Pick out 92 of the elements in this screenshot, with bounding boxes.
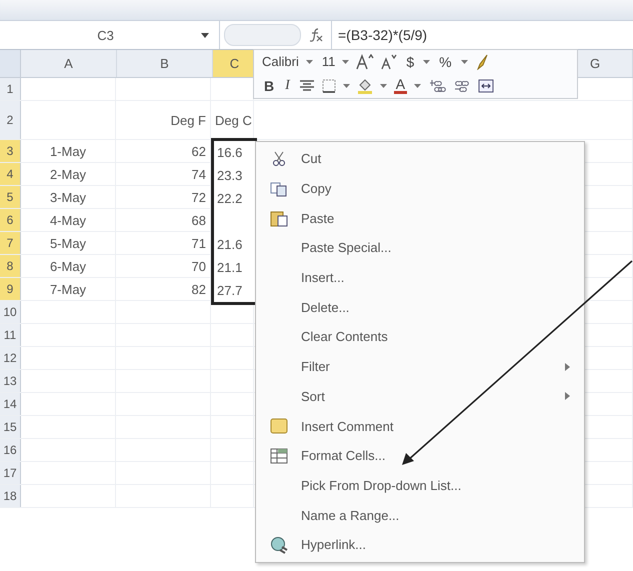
cell-text: 74 <box>192 166 206 182</box>
cell-text: 62 <box>192 144 206 158</box>
table-icon <box>270 448 288 464</box>
font-size-field[interactable]: 11 <box>322 54 336 70</box>
submenu-arrow-icon <box>565 392 570 400</box>
cell-text: 68 <box>192 212 206 228</box>
cell-text: 22.2 <box>217 191 242 206</box>
font-color-button[interactable]: A <box>394 77 408 94</box>
cell-text: 27.7 <box>217 283 242 298</box>
column-header[interactable]: A <box>21 50 117 77</box>
rounded-field[interactable] <box>224 24 301 46</box>
caret-icon[interactable] <box>380 84 387 88</box>
caret-icon[interactable] <box>342 84 350 88</box>
italic-button[interactable]: I <box>283 78 292 94</box>
row-header[interactable]: 4 <box>0 163 21 185</box>
row-header[interactable]: 12 <box>0 347 21 369</box>
menu-item[interactable]: Hyperlink... <box>256 530 584 560</box>
menu-item[interactable]: Insert Comment <box>256 411 584 441</box>
brush-icon[interactable] <box>474 54 489 70</box>
submenu-arrow-icon <box>565 362 570 371</box>
menu-item[interactable]: Clear Contents <box>256 322 584 352</box>
border-icon[interactable] <box>322 78 336 93</box>
menu-item[interactable]: Sort <box>256 382 584 412</box>
cell-text: 16.6 <box>217 145 242 160</box>
menu-item[interactable]: Cut <box>256 144 584 174</box>
grow-font-icon[interactable] <box>356 54 374 70</box>
function-icon[interactable] <box>309 28 323 42</box>
row-header[interactable]: 7 <box>0 232 21 254</box>
cell-text: 70 <box>192 258 206 274</box>
menu-item[interactable]: Delete... <box>256 292 584 322</box>
cell-text: Deg F <box>170 112 206 128</box>
cell-text: 21.6 <box>217 237 242 252</box>
row-header[interactable]: 16 <box>0 439 21 461</box>
decrease-decimal-icon[interactable] <box>453 78 472 93</box>
row-header[interactable]: 2 <box>0 101 21 139</box>
menu-item[interactable]: Name a Range... <box>256 500 584 530</box>
shrink-font-icon[interactable] <box>381 54 398 70</box>
currency-button[interactable]: $ <box>404 54 416 70</box>
scissors-icon <box>272 150 286 167</box>
caret-icon <box>201 32 209 38</box>
row-header[interactable]: 10 <box>0 301 21 323</box>
cell-text: 1-May <box>50 144 86 158</box>
column-header[interactable]: G <box>582 50 633 77</box>
selected-range[interactable]: 16.6 23.3 22.2 21.6 21.1 27.7 <box>211 138 257 305</box>
cell-text: 82 <box>192 282 206 296</box>
cell-text: 71 <box>192 236 206 250</box>
row-header[interactable]: 17 <box>0 462 21 484</box>
row-header[interactable]: 18 <box>0 485 21 507</box>
cell-text: 3-May <box>50 190 86 204</box>
cell-text: 72 <box>192 190 206 204</box>
caret-icon[interactable] <box>306 60 313 64</box>
row-header[interactable]: 8 <box>0 255 21 277</box>
menu-item[interactable]: Format Cells... <box>256 440 584 471</box>
row-header[interactable]: 5 <box>0 186 21 208</box>
row-header[interactable]: 15 <box>0 416 21 438</box>
cell-text: 6-May <box>50 258 86 274</box>
cell-text: 2-May <box>50 166 86 182</box>
bold-button[interactable]: B <box>262 78 276 94</box>
menu-item[interactable]: Insert... <box>256 262 584 292</box>
menu-item[interactable]: Paste <box>256 203 584 234</box>
menu-item[interactable]: Copy <box>256 174 584 204</box>
cell-text: Deg C <box>215 112 252 128</box>
merge-icon[interactable] <box>478 78 494 93</box>
row-header[interactable]: 6 <box>0 209 21 231</box>
globe-link-icon <box>270 536 288 554</box>
menu-item[interactable]: Pick From Drop-down List... <box>256 470 584 500</box>
caret-icon[interactable] <box>342 60 350 64</box>
cell-text: 23.3 <box>217 168 242 183</box>
caret-icon[interactable] <box>423 60 430 64</box>
caret-icon[interactable] <box>460 60 468 64</box>
cell-text: 21.1 <box>217 260 242 275</box>
cell-text: 5-May <box>50 236 86 250</box>
increase-decimal-icon[interactable] <box>428 78 446 93</box>
copy-icon <box>270 180 288 197</box>
menu-item[interactable]: Filter <box>256 352 584 382</box>
menu-item[interactable]: Paste Special... <box>256 233 584 263</box>
caret-icon[interactable] <box>414 84 422 88</box>
row-header[interactable]: 14 <box>0 393 21 415</box>
note-icon <box>270 418 288 434</box>
name-box[interactable]: C3 <box>0 21 220 49</box>
cell-text: 4-May <box>50 212 86 228</box>
font-name-field[interactable]: Calibri <box>262 54 299 70</box>
clipboard-icon <box>270 209 288 228</box>
fill-color-icon[interactable] <box>356 78 373 94</box>
row-header[interactable]: 11 <box>0 324 21 346</box>
percent-button[interactable]: % <box>437 54 454 70</box>
row-header[interactable]: 1 <box>0 78 21 100</box>
cell-text: 7-May <box>50 282 86 296</box>
center-align-icon[interactable] <box>298 78 315 93</box>
row-header[interactable]: 3 <box>0 140 21 162</box>
row-header[interactable]: 9 <box>0 278 21 300</box>
row-header[interactable]: 13 <box>0 370 21 392</box>
